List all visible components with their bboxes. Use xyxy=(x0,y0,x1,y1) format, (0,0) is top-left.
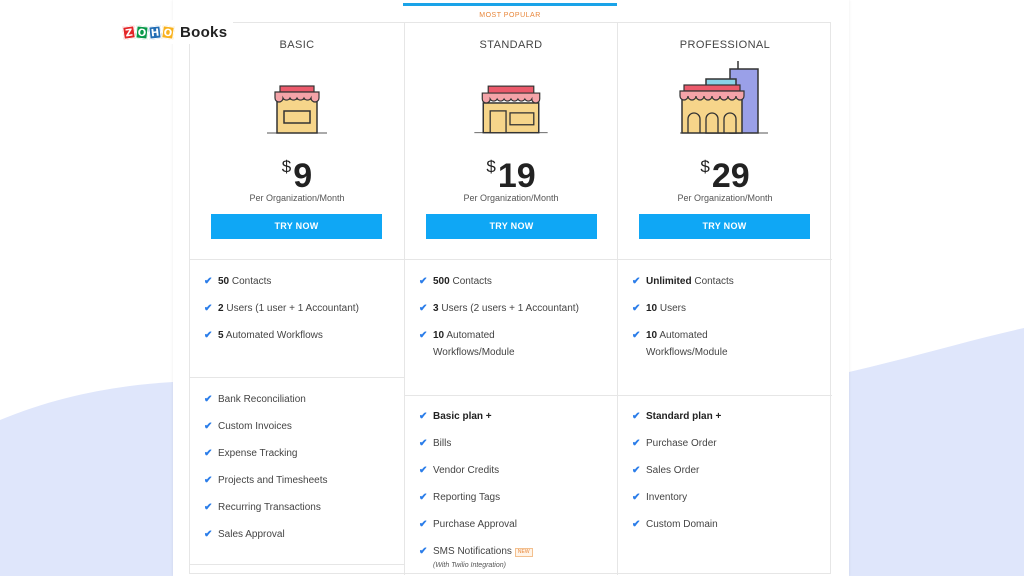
feature-item: ✔ Custom Invoices xyxy=(204,418,398,435)
check-icon: ✔ xyxy=(419,303,428,314)
check-icon: ✔ xyxy=(632,411,641,422)
check-icon: ✔ xyxy=(204,502,213,513)
limit-item: ✔ Unlimited Contacts xyxy=(632,273,826,290)
features-header: ✔ Standard plan + xyxy=(632,408,826,425)
plan-basic: BASIC $9 Per Organization/Month TRY NOW … xyxy=(190,23,404,575)
feature-item: ✔ SMS Notifications NEW xyxy=(419,543,613,560)
limit-item: ✔ 500 Contacts xyxy=(419,273,613,290)
price-amount: 19 xyxy=(497,157,536,195)
feature-item: ✔ Bank Reconciliation xyxy=(204,391,398,408)
product-name: Books xyxy=(180,23,228,41)
limit-item: ✔ 10 Automated Workflows/Module xyxy=(632,327,826,361)
small-shop-icon xyxy=(267,85,327,134)
feature-item: ✔ Custom Domain xyxy=(632,516,826,533)
feature-item: ✔ Bills xyxy=(419,435,613,452)
sms-note: (With Twilio Integration) xyxy=(433,562,506,569)
limit-item: ✔ 5 Automated Workflows xyxy=(204,327,398,344)
plan-name: STANDARD xyxy=(479,39,543,51)
plan-professional: PROFESSIONAL $29 Per Organization/Month … xyxy=(618,23,832,575)
check-icon: ✔ xyxy=(204,303,213,314)
check-icon: ✔ xyxy=(419,519,428,530)
check-icon: ✔ xyxy=(204,330,213,341)
price-period: Per Organization/Month xyxy=(677,193,773,203)
check-icon: ✔ xyxy=(419,492,428,503)
check-icon: ✔ xyxy=(204,448,213,459)
pricing-table: BASIC $9 Per Organization/Month TRY NOW … xyxy=(189,22,832,575)
check-icon: ✔ xyxy=(204,529,213,540)
most-popular-label: MOST POPULAR xyxy=(479,12,541,19)
feature-item: ✔ Recurring Transactions xyxy=(204,499,398,516)
feature-item: ✔ Sales Approval xyxy=(204,526,398,543)
limit-item: ✔ 2 Users (1 user + 1 Accountant) xyxy=(204,300,398,317)
new-badge: NEW xyxy=(514,548,533,557)
check-icon: ✔ xyxy=(419,411,428,422)
divider xyxy=(190,564,404,565)
feature-item: ✔ Vendor Credits xyxy=(419,462,613,479)
check-icon: ✔ xyxy=(632,465,641,476)
currency-symbol: $ xyxy=(700,157,710,176)
check-icon: ✔ xyxy=(632,303,641,314)
try-now-button-standard[interactable]: TRY NOW xyxy=(426,214,597,239)
check-icon: ✔ xyxy=(632,276,641,287)
plan-name: PROFESSIONAL xyxy=(679,39,771,51)
price-period: Per Organization/Month xyxy=(463,193,559,203)
logo-letter: Z xyxy=(122,24,136,40)
price-amount: 29 xyxy=(711,157,750,195)
limit-item: ✔ 10 Users xyxy=(632,300,826,317)
plan-price: $29 xyxy=(618,147,832,196)
building-icon xyxy=(679,61,768,134)
plan-price: $19 xyxy=(405,147,617,196)
feature-item: ✔ Reporting Tags xyxy=(419,489,613,506)
check-icon: ✔ xyxy=(204,394,213,405)
check-icon: ✔ xyxy=(204,276,213,287)
feature-item: ✔ Projects and Timesheets xyxy=(204,472,398,489)
price-period: Per Organization/Month xyxy=(249,193,345,203)
feature-item: ✔ Purchase Approval xyxy=(419,516,613,533)
currency-symbol: $ xyxy=(486,157,496,176)
check-icon: ✔ xyxy=(419,276,428,287)
limit-item: ✔ 10 Automated Workflows/Module xyxy=(419,327,613,361)
logo-letter: O xyxy=(135,24,149,40)
limit-item: ✔ 3 Users (2 users + 1 Accountant) xyxy=(419,300,613,317)
zoho-logo-mark: Z O H O xyxy=(122,24,175,40)
check-icon: ✔ xyxy=(419,546,428,557)
feature-item: ✔ Inventory xyxy=(632,489,826,506)
try-now-button-basic[interactable]: TRY NOW xyxy=(211,214,382,239)
store-icon xyxy=(474,85,548,134)
try-now-button-professional[interactable]: TRY NOW xyxy=(639,214,810,239)
divider xyxy=(618,395,832,396)
limit-item: ✔ 50 Contacts xyxy=(204,273,398,290)
divider xyxy=(405,259,617,260)
divider xyxy=(405,395,617,396)
check-icon: ✔ xyxy=(419,465,428,476)
currency-symbol: $ xyxy=(281,157,292,176)
feature-item: ✔ Sales Order xyxy=(632,462,826,479)
most-popular-bar xyxy=(403,3,617,6)
plan-price: $9 xyxy=(190,147,404,196)
check-icon: ✔ xyxy=(632,438,641,449)
check-icon: ✔ xyxy=(419,438,428,449)
check-icon: ✔ xyxy=(204,475,213,486)
divider xyxy=(190,259,404,260)
logo-letter: H xyxy=(148,24,162,40)
feature-item: ✔ Purchase Order xyxy=(632,435,826,452)
plan-standard: STANDARD $19 Per Organization/Month TRY … xyxy=(404,23,618,575)
features-header: ✔ Basic plan + xyxy=(419,408,613,425)
check-icon: ✔ xyxy=(632,330,641,341)
divider xyxy=(618,259,832,260)
check-icon: ✔ xyxy=(419,330,428,341)
check-icon: ✔ xyxy=(204,421,213,432)
divider xyxy=(190,377,404,378)
zoho-books-logo[interactable]: Z O H O Books xyxy=(121,20,234,44)
feature-item: ✔ Expense Tracking xyxy=(204,445,398,462)
check-icon: ✔ xyxy=(632,519,641,530)
price-amount: 9 xyxy=(293,157,313,195)
check-icon: ✔ xyxy=(632,492,641,503)
logo-letter: O xyxy=(161,24,175,40)
